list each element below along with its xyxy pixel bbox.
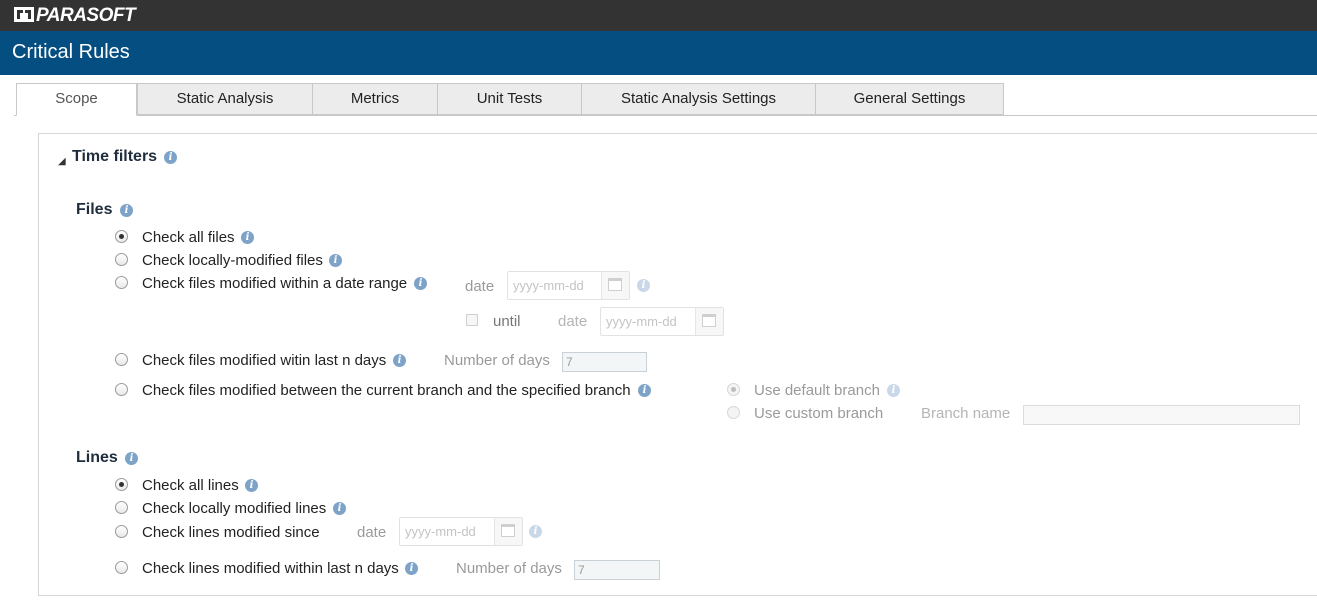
until-checkbox[interactable] [466, 314, 478, 326]
lines-number-of-days-input[interactable]: 7 [574, 560, 660, 580]
custom-branch-label: Use custom branch [754, 405, 884, 422]
info-icon[interactable]: i [333, 502, 346, 515]
files-number-of-days-input[interactable]: 7 [562, 352, 647, 372]
tab-static-analysis[interactable]: Static Analysis [137, 83, 313, 115]
files-date-input[interactable]: yyyy-mm-dd [507, 271, 630, 300]
date-label: date [357, 524, 387, 541]
info-icon[interactable]: i [393, 354, 406, 367]
calendar-button[interactable] [494, 518, 522, 545]
tab-static-analysis-settings[interactable]: Static Analysis Settings [581, 83, 816, 115]
until-label: until [493, 313, 521, 330]
top-bar: PARASOFT [0, 0, 1317, 31]
radio-check-locally-modified-files[interactable] [115, 253, 128, 266]
radio-use-custom-branch[interactable] [727, 406, 740, 419]
until-date-label: date [558, 313, 588, 330]
radio-use-default-branch[interactable] [727, 383, 740, 396]
default-branch-label: Use default branch [754, 382, 880, 399]
files-title: Files [76, 201, 113, 218]
calendar-icon [608, 278, 622, 291]
radio-check-all-files[interactable] [115, 230, 128, 243]
info-icon[interactable]: i [125, 452, 138, 465]
option-label: Check files modified within a date range [142, 275, 408, 292]
time-filters-toggle[interactable]: ◢ [58, 151, 66, 168]
date-placeholder: yyyy-mm-dd [606, 314, 677, 329]
logo-text: PARASOFT [36, 5, 136, 26]
time-filters-title: Time filters [72, 148, 158, 165]
calendar-icon [501, 524, 515, 537]
number-of-days-label: Number of days [444, 352, 550, 369]
lines-title: Lines [76, 449, 118, 466]
option-label: Check files modified witin last n days [142, 352, 387, 369]
calendar-icon [702, 314, 716, 327]
radio-check-lines-modified-since[interactable] [115, 525, 128, 538]
option-label: Check all files [142, 229, 235, 246]
info-icon[interactable]: i [887, 384, 900, 397]
info-icon[interactable]: i [637, 279, 650, 292]
option-label: Check all lines [142, 477, 239, 494]
info-icon[interactable]: i [638, 384, 651, 397]
option-label: Check lines modified within last n days [142, 560, 399, 577]
tab-scope[interactable]: Scope [16, 83, 137, 116]
lines-date-input[interactable]: yyyy-mm-dd [399, 517, 523, 546]
parasoft-logo[interactable]: PARASOFT [14, 5, 136, 27]
option-label: Check files modified between the current… [142, 382, 631, 399]
info-icon[interactable]: i [414, 277, 427, 290]
tab-unit-tests[interactable]: Unit Tests [437, 83, 582, 115]
date-placeholder: yyyy-mm-dd [405, 524, 476, 539]
files-until-date-input[interactable]: yyyy-mm-dd [600, 307, 724, 336]
branch-name-input[interactable] [1023, 405, 1300, 425]
parasoft-logo-icon [14, 7, 34, 22]
info-icon[interactable]: i [164, 151, 177, 164]
tabs-divider [14, 115, 1317, 116]
calendar-button[interactable] [601, 272, 629, 299]
radio-check-files-branch[interactable] [115, 383, 128, 396]
info-icon[interactable]: i [241, 231, 254, 244]
branch-name-label: Branch name [921, 405, 1011, 422]
radio-check-files-date-range[interactable] [115, 276, 128, 289]
radio-check-lines-last-n-days[interactable] [115, 561, 128, 574]
date-placeholder: yyyy-mm-dd [513, 278, 584, 293]
title-bar: Critical Rules [0, 31, 1317, 75]
info-icon[interactable]: i [529, 525, 542, 538]
date-label: date [465, 278, 495, 295]
info-icon[interactable]: i [120, 204, 133, 217]
radio-check-locally-modified-lines[interactable] [115, 501, 128, 514]
option-label: Check locally-modified files [142, 252, 323, 269]
info-icon[interactable]: i [245, 479, 258, 492]
info-icon[interactable]: i [329, 254, 342, 267]
option-label: Check lines modified since [142, 524, 320, 541]
number-of-days-label: Number of days [456, 560, 562, 577]
tab-general-settings[interactable]: General Settings [815, 83, 1004, 115]
info-icon[interactable]: i [405, 562, 418, 575]
page-title: Critical Rules [12, 41, 130, 63]
radio-check-all-lines[interactable] [115, 478, 128, 491]
option-label: Check locally modified lines [142, 500, 327, 517]
collapse-caret-icon: ◢ [58, 156, 66, 167]
tab-metrics[interactable]: Metrics [312, 83, 438, 115]
radio-check-files-last-n-days[interactable] [115, 353, 128, 366]
calendar-button[interactable] [695, 308, 723, 335]
